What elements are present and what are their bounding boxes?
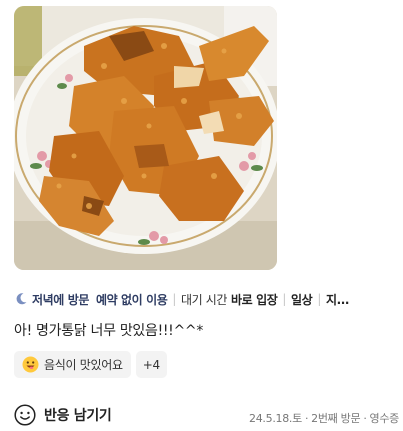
visit-reservation: 예약 없이 이용 (95, 292, 168, 307)
divider: | (172, 292, 177, 306)
review-meta: 24.5.18.토 · 2번째 방문 · 영수증 (249, 412, 400, 425)
divider: | (282, 292, 287, 306)
review-photo[interactable] (14, 6, 277, 270)
review-text[interactable]: 아! 명가통닭 너무 맛있음!!!^^* (14, 320, 203, 340)
wait-value: 바로 입장 (231, 292, 278, 307)
visit-info: 저녁에 방문 예약 없이 이용 | 대기 시간 바로 입장 | 일상 | 지..… (14, 290, 402, 308)
react-button[interactable]: 반응 남기기 (14, 404, 112, 426)
keyword-chips: 음식이 맛있어요 +4 (14, 351, 167, 378)
receipt-label: 영수증 (369, 412, 400, 425)
moon-icon (16, 293, 27, 305)
yummy-face-icon (22, 356, 39, 373)
divider: | (317, 292, 321, 306)
keyword-chip-label: 음식이 맛있어요 (44, 358, 123, 372)
smile-icon (14, 404, 36, 426)
more-keywords-button[interactable]: +4 (135, 351, 167, 378)
visit-date: 24.5.18.토 (249, 412, 302, 425)
visit-overflow[interactable]: 지... (326, 291, 350, 308)
visit-time: 저녁에 방문 (32, 292, 89, 307)
keyword-chip-taste[interactable]: 음식이 맛있어요 (14, 351, 131, 378)
wait-label: 대기 시간 (181, 292, 228, 307)
fried-chicken-photo (14, 6, 277, 270)
react-label: 반응 남기기 (44, 408, 112, 424)
more-keywords-label: +4 (142, 357, 160, 372)
visit-purpose: 일상 (291, 292, 313, 307)
visit-count: 2번째 방문 (311, 412, 361, 425)
